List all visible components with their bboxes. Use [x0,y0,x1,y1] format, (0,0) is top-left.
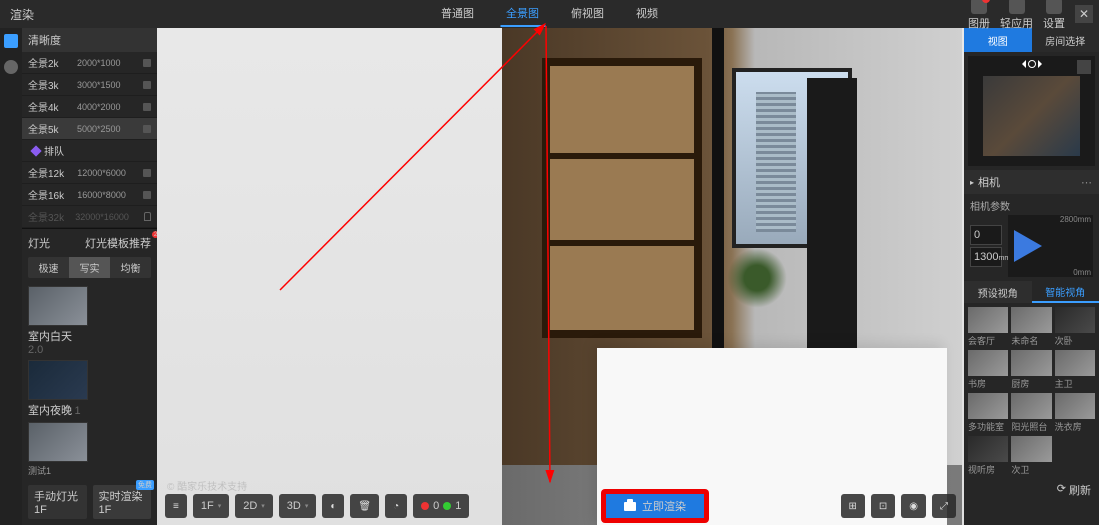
view-item[interactable]: 主卫 [1055,350,1095,390]
height-top: 2800mm [1060,215,1091,224]
right-panel: 视图 房间选择 ▸相机⋯ 相机参数 0 1300mm 2800mm 0mm 预设… [964,28,1099,525]
res-2k[interactable]: 全景2k2000*1000 [22,52,157,74]
lightapp-button[interactable]: 轻应用 [1000,0,1033,31]
tab-video[interactable]: 视频 [630,1,664,27]
close-button[interactable]: ✕ [1075,5,1093,23]
view-item[interactable]: 书房 [968,350,1008,390]
coin-icon [143,103,151,111]
refresh-button[interactable]: ⟳刷新 [964,480,1099,504]
status-indicator[interactable]: 01 [413,494,469,518]
tool-right-3[interactable]: ◉ [901,494,926,518]
resolution-header: 清晰度 [22,28,157,52]
left-panel: 清晰度 全景2k2000*1000 全景3k3000*1500 全景4k4000… [22,28,157,525]
camera-params-label: 相机参数 [964,194,1099,215]
height-bottom: 0mm [1073,268,1091,277]
light-preset-test[interactable]: 测试1 [28,422,88,477]
gear-icon[interactable] [4,60,18,74]
coin-icon [143,59,151,67]
tab-realtime-render[interactable]: 实时渲染 1F免费 [93,485,152,519]
gear-icon [1046,0,1062,14]
view-item[interactable]: 次卫 [1011,436,1051,476]
tab-topview[interactable]: 俯视图 [565,1,610,27]
light-template-link[interactable]: 灯光模板推荐2 [85,235,151,251]
scale-top[interactable]: 0 [970,225,1002,245]
diamond-icon [30,145,41,156]
view-item[interactable]: 多功能室 [968,393,1008,433]
app-title: 渲染 [0,6,44,23]
res-4k[interactable]: 全景4k4000*2000 [22,96,157,118]
tool-icon-1[interactable]: ◐ [322,494,344,518]
tool-icon-3[interactable]: ◔ [385,494,407,518]
3d-select[interactable]: 3D▾ [279,494,317,518]
tab-panorama[interactable]: 全景图 [500,1,545,27]
light-preset-day[interactable]: 室内白天 2.0 [28,286,88,356]
left-rail [0,28,22,525]
view-item[interactable]: 未命名 [1011,307,1051,347]
viewport[interactable]: © 酷家乐技术支持 ≡ 1F▾ 2D▾ 3D▾ ◐ 🗑 ◔ 01 立即渲染 ⊞ … [157,28,964,525]
lock-icon [144,212,151,221]
view-item[interactable]: 次卧 [1055,307,1095,347]
res-16k[interactable]: 全景16k16000*8000 [22,184,157,206]
light-mode-segment: 极速 写实 均衡 [28,257,151,278]
coin-icon [143,169,151,177]
floor-select[interactable]: 1F▾ [193,494,229,518]
tab-normal[interactable]: 普通图 [435,1,480,27]
minimap[interactable] [968,56,1095,166]
gallery-label: 图册 [968,15,990,31]
tool-right-2[interactable]: ⊡ [871,494,895,518]
render-button[interactable]: 立即渲染 [603,491,707,521]
settings-button[interactable]: 设置 [1043,0,1065,31]
gallery-button[interactable]: 1 图册 [968,0,990,31]
top-tabs: 普通图 全景图 俯视图 视频 [435,1,664,27]
lightapp-label: 轻应用 [1000,15,1033,31]
view-item[interactable]: 厨房 [1011,350,1051,390]
view-item[interactable]: 洗衣房 [1055,393,1095,433]
scale-value[interactable]: 1300mm [970,247,1002,267]
tool-icon-2[interactable]: 🗑 [350,494,379,518]
tool-right-4[interactable]: ⤢ [932,494,956,518]
seg-realistic[interactable]: 写实 [69,257,110,278]
view-item[interactable]: 阳光照台 [1011,393,1051,433]
res-3k[interactable]: 全景3k3000*1500 [22,74,157,96]
camera-frustum[interactable]: 2800mm 0mm [1008,215,1093,277]
tab-smart-view[interactable]: 智能视角 [1032,281,1099,303]
pan-handle[interactable] [1018,60,1046,68]
filter-icon[interactable] [4,34,18,48]
2d-select[interactable]: 2D▾ [235,494,273,518]
camera-section[interactable]: ▸相机⋯ [964,170,1099,194]
res-5k[interactable]: 全景5k5000*2500 [22,118,157,140]
tool-right-1[interactable]: ⊞ [841,494,865,518]
view-item[interactable]: 视听房 [968,436,1008,476]
watermark: © 酷家乐技术支持 [167,478,247,493]
res-12k[interactable]: 全景12k12000*6000 [22,162,157,184]
view-item[interactable]: 会客厅 [968,307,1008,347]
play-icon [1009,0,1025,14]
tab-view[interactable]: 视图 [964,28,1032,52]
more-icon[interactable]: ⋯ [1081,176,1093,189]
light-preset-night[interactable]: 室内夜晚 1 [28,360,88,418]
gallery-icon: 1 [971,0,987,14]
light-title: 灯光 [28,235,50,251]
seg-fast[interactable]: 极速 [28,257,69,278]
tab-manual-light[interactable]: 手动灯光 1F [28,485,87,519]
settings-label: 设置 [1043,15,1065,31]
tab-preset-view[interactable]: 预设视角 [964,281,1032,303]
layers-button[interactable]: ≡ [165,494,187,518]
queue-row[interactable]: 排队 [22,140,157,162]
expand-icon[interactable] [1077,60,1091,74]
tab-room-select[interactable]: 房间选择 [1032,28,1099,52]
coin-icon [143,81,151,89]
res-32k: 全景32k32000*16000 [22,206,157,228]
coin-icon [143,125,151,133]
seg-balance[interactable]: 均衡 [110,257,151,278]
coin-icon [143,191,151,199]
camera-icon [624,502,636,511]
